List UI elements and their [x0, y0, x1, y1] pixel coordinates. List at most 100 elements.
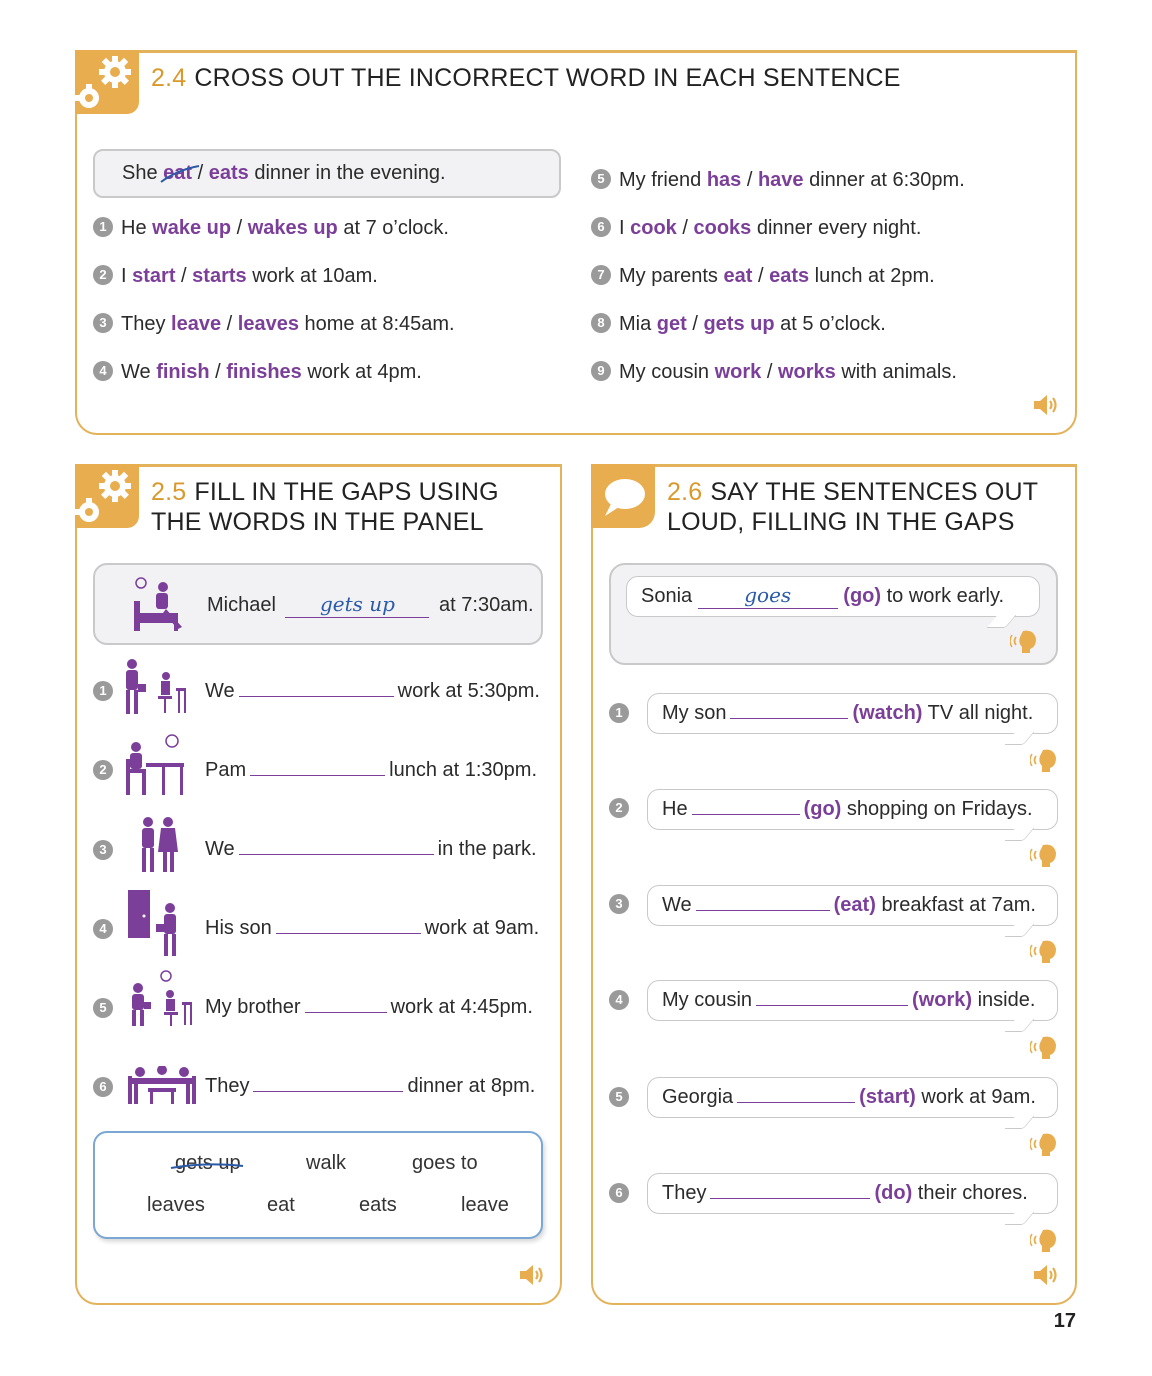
- item-number: 1: [93, 216, 113, 237]
- sentence-text: My parents: [619, 265, 718, 287]
- item-number: 2: [93, 264, 113, 285]
- list-item: My brother work at 4:45pm.: [205, 996, 533, 1019]
- item-number: 5: [93, 998, 113, 1018]
- audio-speaker-icon[interactable]: [518, 1262, 546, 1288]
- sentence-text: Sonia: [641, 585, 693, 607]
- option-text[interactable]: eats: [769, 265, 809, 287]
- answer-blank[interactable]: [737, 1088, 856, 1103]
- answer-blank[interactable]: [238, 840, 434, 855]
- option-text[interactable]: work: [715, 361, 762, 383]
- option-text[interactable]: leave: [171, 313, 221, 335]
- title-text: CROSS OUT THE INCORRECT WORD IN EACH SEN…: [194, 64, 901, 92]
- speaking-head-icon: [1030, 1229, 1056, 1252]
- strike-mark: [160, 165, 200, 183]
- sentence-text: He: [121, 217, 147, 239]
- sentence-text: breakfast at 7am.: [881, 894, 1036, 916]
- exercise-badge: [591, 464, 655, 528]
- item-number: 6: [591, 216, 611, 237]
- speech-bubble: Georgia (start) work at 9am.: [647, 1077, 1058, 1118]
- item-number: 5: [609, 1087, 629, 1107]
- list-item: Pam lunch at 1:30pm.: [205, 759, 537, 782]
- item-number: 4: [609, 990, 629, 1010]
- sentence-text: Michael: [207, 594, 276, 616]
- verb-prompt: (go): [803, 798, 842, 820]
- panel-word[interactable]: leave: [461, 1194, 509, 1217]
- answer-blank[interactable]: [275, 919, 421, 934]
- answer-blank[interactable]: [238, 682, 394, 697]
- sentence-text: My cousin: [619, 361, 710, 383]
- sentence-text: Georgia: [662, 1086, 734, 1108]
- option-text[interactable]: start: [132, 265, 175, 287]
- audio-speaker-icon[interactable]: [1032, 392, 1060, 418]
- option-text[interactable]: wake up: [152, 217, 231, 239]
- gear-icon: [75, 56, 131, 108]
- option-text[interactable]: cook: [630, 217, 677, 239]
- answer-blank[interactable]: [691, 800, 800, 815]
- sentence-text: work at 4:45pm.: [390, 996, 533, 1018]
- sentence-text: My brother: [205, 996, 301, 1018]
- title-text: LOUD, FILLING IN THE GAPS: [667, 508, 1015, 536]
- person-getting-up-illustration: [134, 577, 182, 631]
- sentence-text: work at 10am.: [252, 265, 378, 287]
- sentence-text: at 5 o’clock.: [780, 313, 886, 335]
- option-text[interactable]: eat: [724, 265, 753, 287]
- sentence-text: work at 9am.: [921, 1086, 1036, 1108]
- title-text: SAY THE SENTENCES OUT: [710, 478, 1039, 506]
- list-item: 7 My parents eat / eats lunch at 2pm.: [591, 264, 935, 288]
- option-text[interactable]: wakes up: [248, 217, 338, 239]
- exercise-title: 2.5 FILL IN THE GAPS USING THE WORDS IN T…: [151, 477, 499, 537]
- option-text[interactable]: gets up: [703, 313, 774, 335]
- sentence-text: Pam: [205, 759, 247, 781]
- audio-speaker-icon[interactable]: [1032, 1262, 1060, 1288]
- option-text[interactable]: cooks: [693, 217, 751, 239]
- option-text[interactable]: has: [707, 169, 741, 191]
- sentence-text: dinner every night.: [756, 217, 922, 239]
- option-text[interactable]: works: [778, 361, 836, 383]
- sentence-text: She: [122, 162, 158, 184]
- exercise-number: 2.6: [667, 478, 703, 506]
- answer-blank[interactable]: [710, 1184, 871, 1199]
- item-number: 3: [93, 840, 113, 860]
- panel-word[interactable]: leaves: [147, 1194, 205, 1217]
- answer-blank: goes: [697, 583, 838, 609]
- exercise-badge: [75, 50, 139, 114]
- answer-blank[interactable]: [304, 998, 387, 1013]
- panel-word[interactable]: eats: [359, 1194, 397, 1217]
- person-leaving-work-illustration: [132, 970, 192, 1026]
- sentence-text: at 7:30am.: [439, 594, 534, 616]
- panel-word[interactable]: goes to: [412, 1152, 478, 1175]
- exercise-badge: [75, 464, 139, 528]
- list-item: His son work at 9am.: [205, 917, 539, 940]
- speaking-head-icon: [1030, 940, 1056, 963]
- example-sentence: She eat / eats dinner in the evening.: [122, 162, 446, 185]
- item-number: 1: [609, 703, 629, 723]
- answer-blank[interactable]: [756, 991, 909, 1006]
- item-number: 4: [93, 360, 113, 381]
- verb-prompt: (start): [859, 1086, 916, 1108]
- option-text[interactable]: finishes: [226, 361, 302, 383]
- sentence-text: work at 5:30pm.: [397, 680, 540, 702]
- list-item: 2I start / starts work at 10am.: [93, 264, 378, 288]
- item-number: 2: [609, 798, 629, 818]
- item-number: 9: [591, 360, 611, 381]
- answer-blank[interactable]: [730, 704, 849, 719]
- answer-blank[interactable]: [253, 1077, 404, 1092]
- option-text[interactable]: have: [758, 169, 804, 191]
- sentence-text: They: [205, 1075, 250, 1097]
- example-speech-bubble: Sonia goes (go) to work early.: [626, 576, 1040, 617]
- answer-blank[interactable]: [695, 896, 830, 911]
- option-text[interactable]: leaves: [238, 313, 299, 335]
- panel-word[interactable]: walk: [306, 1152, 346, 1175]
- panel-word[interactable]: eat: [267, 1194, 295, 1217]
- sentence-text: lunch at 1:30pm.: [389, 759, 537, 781]
- answer-blank[interactable]: [250, 761, 386, 776]
- handwritten-answer: gets up: [319, 592, 395, 616]
- sentence-text: We: [121, 361, 151, 383]
- sentence-text: My cousin: [662, 989, 753, 1011]
- option-text[interactable]: starts: [192, 265, 246, 287]
- option-text[interactable]: get: [657, 313, 687, 335]
- sentence-text: their chores.: [917, 1182, 1028, 1204]
- item-number: 6: [609, 1183, 629, 1203]
- option-text[interactable]: finish: [156, 361, 209, 383]
- sentence-text: I: [121, 265, 127, 287]
